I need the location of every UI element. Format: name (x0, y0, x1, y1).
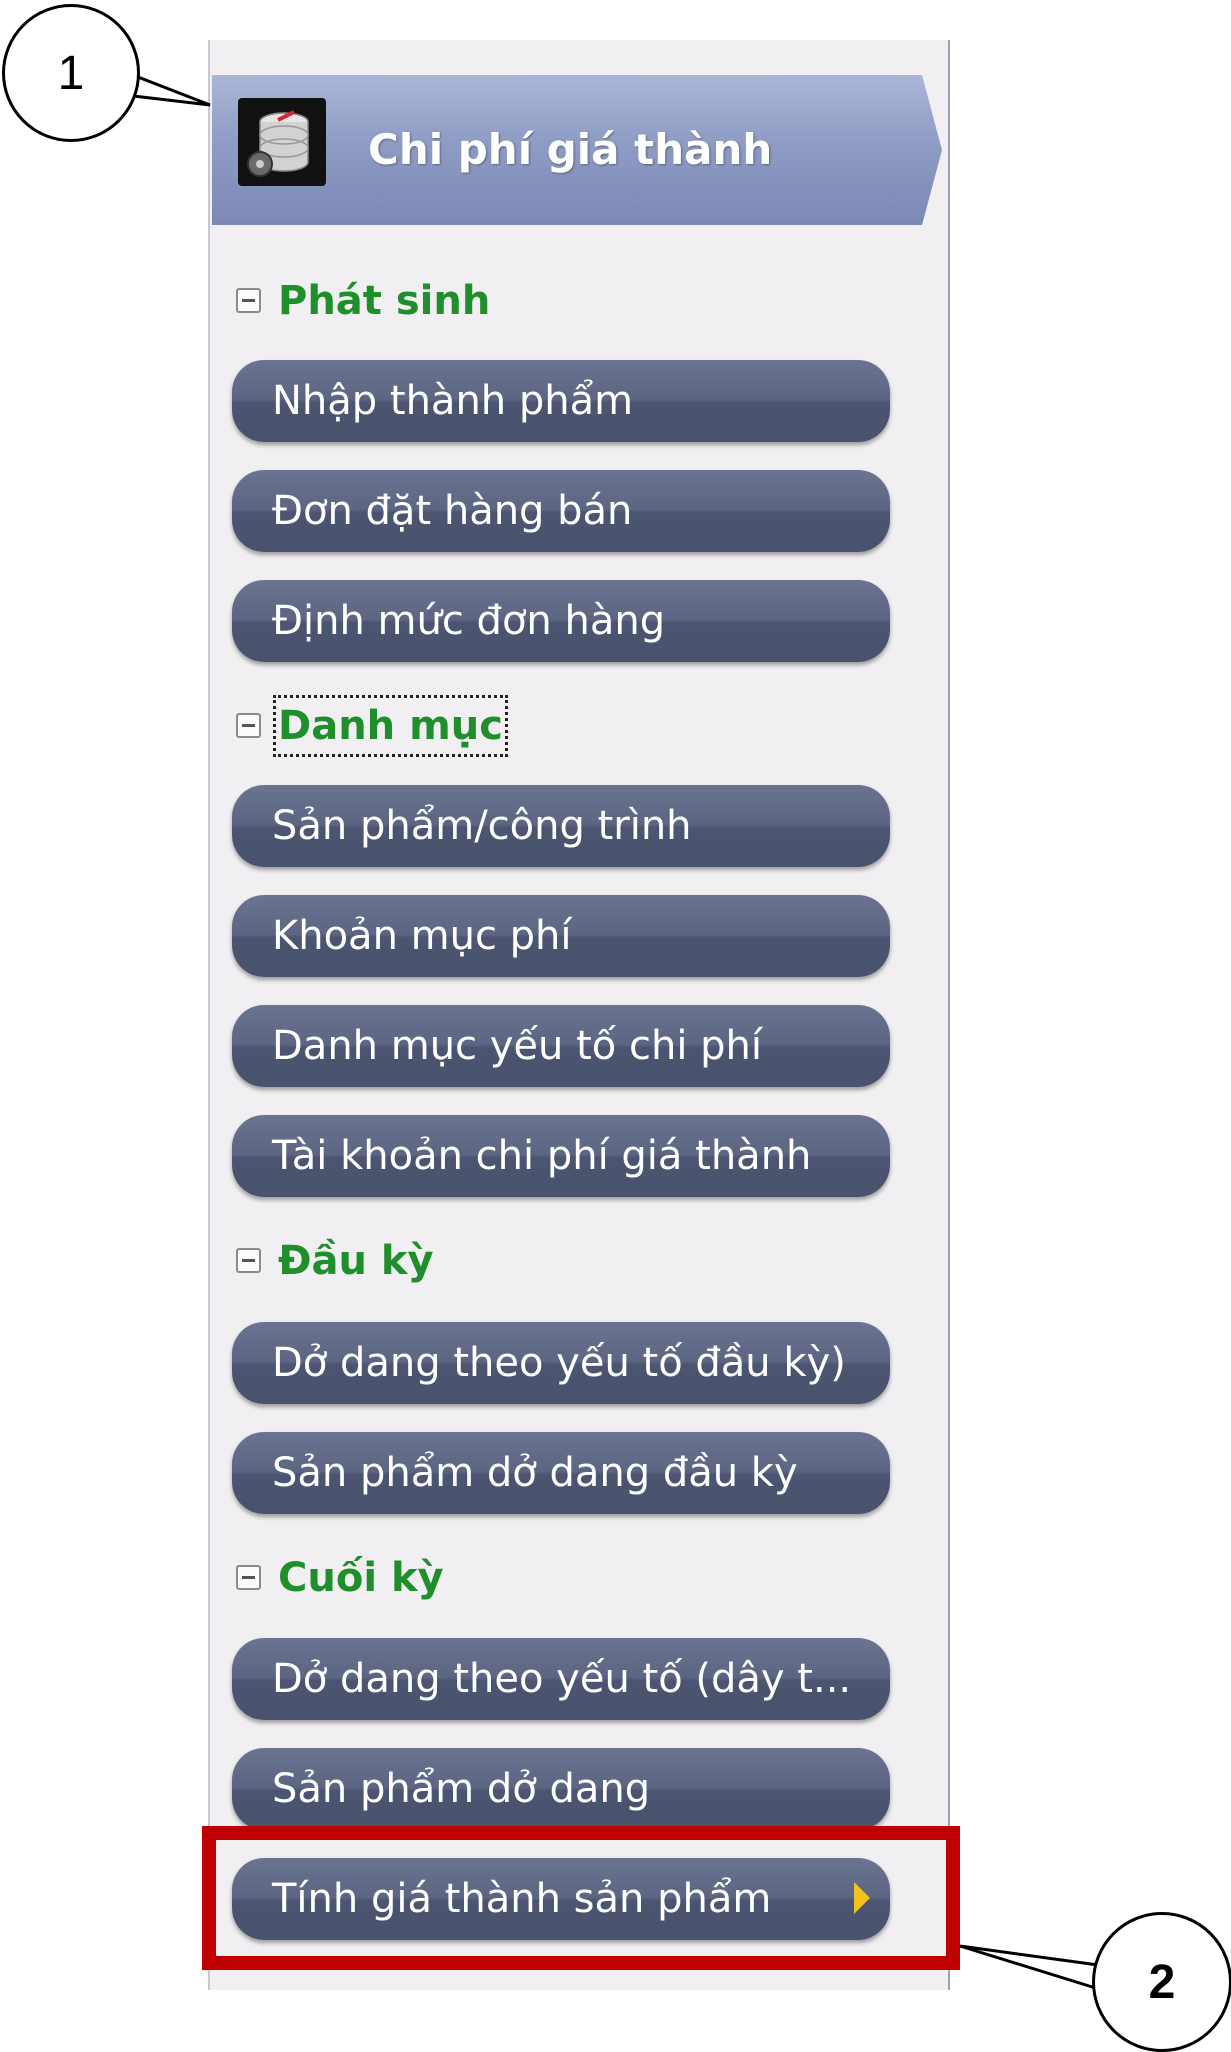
callout-2: 2 (1092, 1912, 1231, 2052)
callout-pointers (119, 68, 1103, 1992)
callout-1: 1 (2, 4, 140, 142)
